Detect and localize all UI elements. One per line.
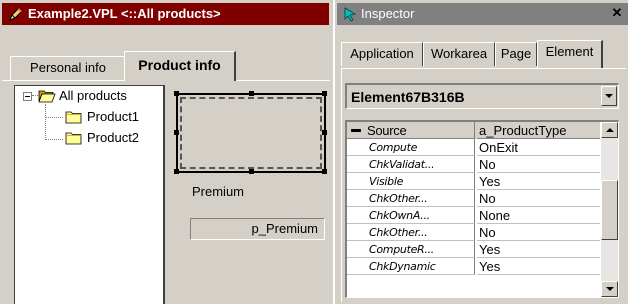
tab-page[interactable]: Page — [495, 42, 537, 66]
vpl-window: Example2.VPL <::All products> Personal i… — [0, 0, 331, 304]
folder-open-icon — [38, 90, 56, 103]
property-value[interactable]: OnExit — [477, 139, 600, 156]
property-group-source[interactable]: Source a_ProductType — [347, 122, 600, 139]
resize-handle[interactable] — [322, 130, 327, 135]
property-value[interactable]: No — [477, 224, 600, 241]
tree-item-product2[interactable]: Product2 — [87, 129, 139, 147]
inspector-window: Inspector ✕ Application Workarea Page El… — [333, 0, 628, 304]
inspector-title-bar[interactable]: Inspector ✕ — [337, 3, 628, 25]
property-name: ComputeR... — [347, 241, 475, 258]
element-selector-value: Element67B316B — [351, 89, 465, 105]
tree-connector — [45, 104, 46, 140]
tab-workarea[interactable]: Workarea — [423, 42, 495, 66]
property-name: Compute — [347, 139, 475, 156]
property-value[interactable]: None — [477, 207, 600, 224]
property-row[interactable]: ChkDynamic Yes — [347, 258, 600, 275]
close-icon[interactable]: ✕ — [610, 4, 624, 22]
resize-handle[interactable] — [249, 169, 254, 174]
property-row[interactable]: Visible Yes — [347, 173, 600, 190]
resize-handle[interactable] — [174, 169, 179, 174]
tab-personal-info[interactable]: Personal info — [10, 56, 126, 80]
property-name: ChkOther... — [347, 224, 475, 241]
property-group-value[interactable]: a_ProductType — [477, 122, 600, 139]
chevron-down-icon[interactable] — [601, 86, 617, 106]
tab-application[interactable]: Application — [341, 42, 423, 66]
resize-handle[interactable] — [249, 91, 254, 96]
collapse-icon[interactable] — [351, 129, 361, 132]
property-name: ChkValidat... — [347, 156, 475, 173]
resize-handle[interactable] — [322, 169, 327, 174]
vpl-title-bar[interactable]: Example2.VPL <::All products> — [2, 3, 329, 25]
scroll-down-icon[interactable] — [601, 281, 618, 297]
property-row[interactable]: ChkOther... No — [347, 224, 600, 241]
element-selector[interactable]: Element67B316B — [345, 83, 619, 109]
property-row[interactable]: ChkValidat... No — [347, 156, 600, 173]
pencil-icon — [9, 7, 23, 21]
vpl-window-title: Example2.VPL <::All products> — [28, 6, 221, 21]
property-name: ChkDynamic — [347, 258, 475, 275]
tree-connector — [45, 117, 63, 118]
property-value[interactable]: Yes — [477, 173, 600, 190]
premium-field[interactable]: p_Premium — [190, 218, 325, 240]
property-group-name: Source — [347, 122, 475, 139]
property-value[interactable]: Yes — [477, 241, 600, 258]
property-grid[interactable]: Source a_ProductType Compute OnExit ChkV… — [345, 120, 619, 298]
resize-handle[interactable] — [174, 91, 179, 96]
premium-label: Premium — [192, 184, 245, 199]
tree-connector — [45, 139, 63, 140]
screen: Example2.VPL <::All products> Personal i… — [0, 0, 628, 304]
inspector-tab-strip: Application Workarea Page Element — [337, 40, 628, 68]
image-element-selected[interactable] — [176, 93, 326, 173]
inspector-icon — [344, 7, 357, 22]
property-name: ChkOwnA... — [347, 207, 475, 224]
property-value[interactable]: No — [477, 190, 600, 207]
tree-item-all-products[interactable]: All products — [59, 87, 127, 105]
resize-handle[interactable] — [322, 91, 327, 96]
tree-item-product1[interactable]: Product1 — [87, 108, 139, 126]
property-value[interactable]: Yes — [477, 258, 600, 275]
scrollbar-thumb[interactable] — [601, 180, 618, 240]
property-row[interactable]: ComputeR... Yes — [347, 241, 600, 258]
inspector-title: Inspector — [361, 6, 415, 21]
property-name: Visible — [347, 173, 475, 190]
property-row[interactable]: ChkOwnA... None — [347, 207, 600, 224]
resize-handle[interactable] — [174, 130, 179, 135]
tab-product-info[interactable]: Product info — [124, 51, 236, 81]
vpl-tab-strip: Personal info Product info — [0, 50, 331, 81]
tree-collapse-toggle[interactable] — [23, 92, 32, 101]
property-row[interactable]: ChkOther... No — [347, 190, 600, 207]
property-value[interactable]: No — [477, 156, 600, 173]
property-row[interactable]: Compute OnExit — [347, 139, 600, 156]
folder-icon — [65, 111, 82, 124]
tab-element[interactable]: Element — [537, 40, 603, 68]
property-name: ChkOther... — [347, 190, 475, 207]
property-grid-scrollbar[interactable] — [601, 122, 618, 297]
scroll-up-icon[interactable] — [601, 122, 618, 138]
folder-icon — [65, 132, 82, 145]
